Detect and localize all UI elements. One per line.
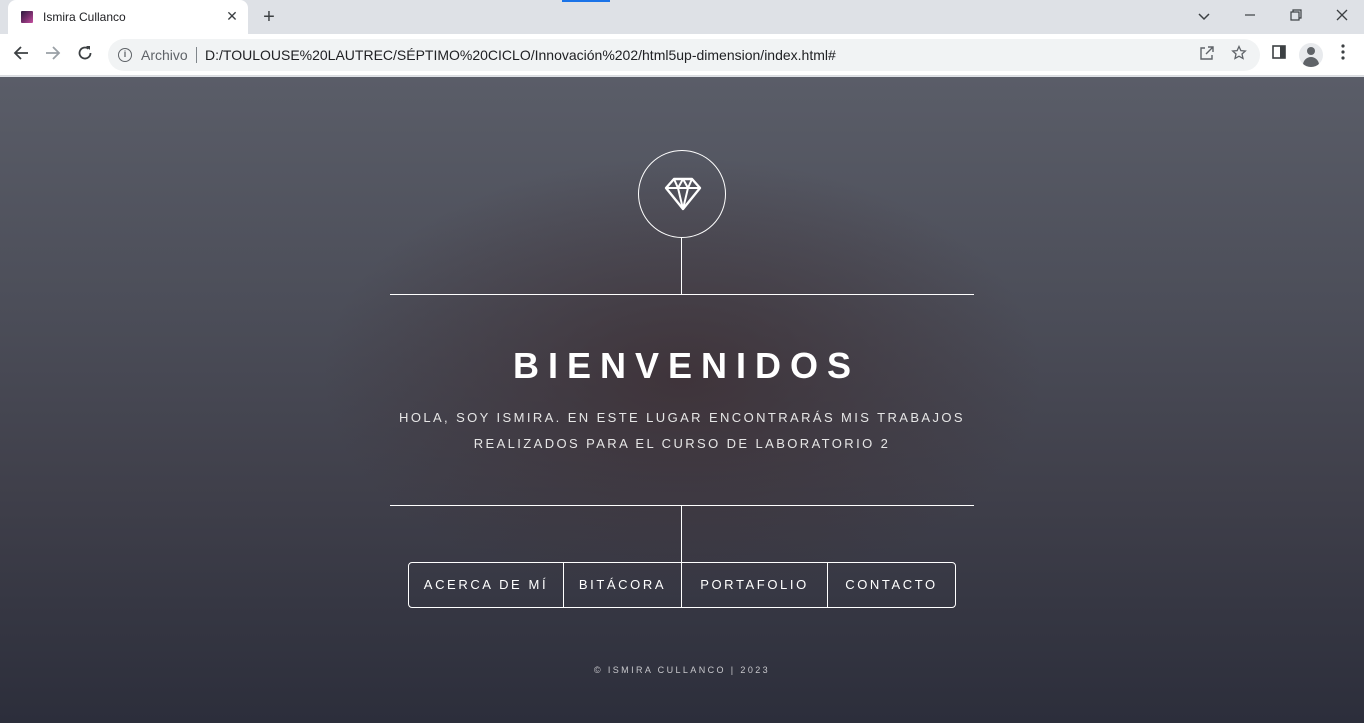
subtitle-line-1: HOLA, SOY ISMIRA. EN ESTE LUGAR ENCONTRA…: [399, 410, 965, 425]
page-viewport: BIENVENIDOS HOLA, SOY ISMIRA. EN ESTE LU…: [0, 77, 1364, 723]
omnibox-separator: [196, 47, 197, 63]
connector-line-top: [681, 238, 682, 294]
minimize-icon[interactable]: [1238, 4, 1262, 28]
close-window-icon[interactable]: [1330, 4, 1354, 28]
omnibox-label: Archivo: [141, 47, 188, 63]
close-icon[interactable]: ✕: [224, 8, 240, 24]
footer-copyright: © ISMIRA CULLANCO | 2023: [593, 665, 771, 675]
tab-search-icon[interactable]: [1192, 4, 1216, 28]
diamond-icon: [664, 177, 702, 211]
nav-contacto[interactable]: CONTACTO: [828, 563, 955, 607]
share-icon[interactable]: [1197, 45, 1217, 65]
main-nav: ACERCA DE MÍ BITÁCORA PORTAFOLIO CONTACT…: [408, 562, 956, 608]
browser-tab[interactable]: Ismira Cullanco ✕: [8, 0, 248, 34]
bookmark-star-icon[interactable]: [1229, 44, 1249, 65]
nav-bitacora[interactable]: BITÁCORA: [564, 563, 682, 607]
tab-title: Ismira Cullanco: [43, 10, 126, 24]
menu-icon[interactable]: [1332, 44, 1354, 66]
divider-top: [390, 294, 974, 295]
tab-loading-indicator: [562, 0, 610, 2]
subtitle-line-2: REALIZADOS PARA EL CURSO DE LABORATORIO …: [473, 436, 891, 451]
browser-toolbar: i Archivo D:/TOULOUSE%20LAUTREC/SÉPTIMO%…: [0, 34, 1364, 76]
reload-icon[interactable]: [72, 42, 98, 68]
profile-icon[interactable]: [1299, 43, 1323, 67]
page-title: BIENVENIDOS: [512, 345, 861, 386]
tab-strip: Ismira Cullanco ✕ +: [0, 0, 1364, 34]
address-bar[interactable]: i Archivo D:/TOULOUSE%20LAUTREC/SÉPTIMO%…: [108, 39, 1260, 71]
nav-portafolio[interactable]: PORTAFOLIO: [682, 563, 828, 607]
new-tab-icon[interactable]: +: [258, 6, 280, 28]
favicon-icon: [21, 11, 33, 23]
info-icon[interactable]: i: [118, 48, 132, 62]
page-subtitle: HOLA, SOY ISMIRA. EN ESTE LUGAR ENCONTRA…: [390, 405, 974, 457]
nav-acerca-de-mi[interactable]: ACERCA DE MÍ: [409, 563, 564, 607]
logo-circle: [638, 150, 726, 238]
divider-bottom: [390, 505, 974, 506]
forward-icon[interactable]: [40, 42, 66, 68]
back-icon[interactable]: [8, 42, 34, 68]
restore-icon[interactable]: [1284, 4, 1308, 28]
connector-line-bottom: [681, 506, 682, 562]
side-panel-icon[interactable]: [1268, 44, 1290, 66]
url-text[interactable]: D:/TOULOUSE%20LAUTREC/SÉPTIMO%20CICLO/In…: [205, 47, 836, 63]
